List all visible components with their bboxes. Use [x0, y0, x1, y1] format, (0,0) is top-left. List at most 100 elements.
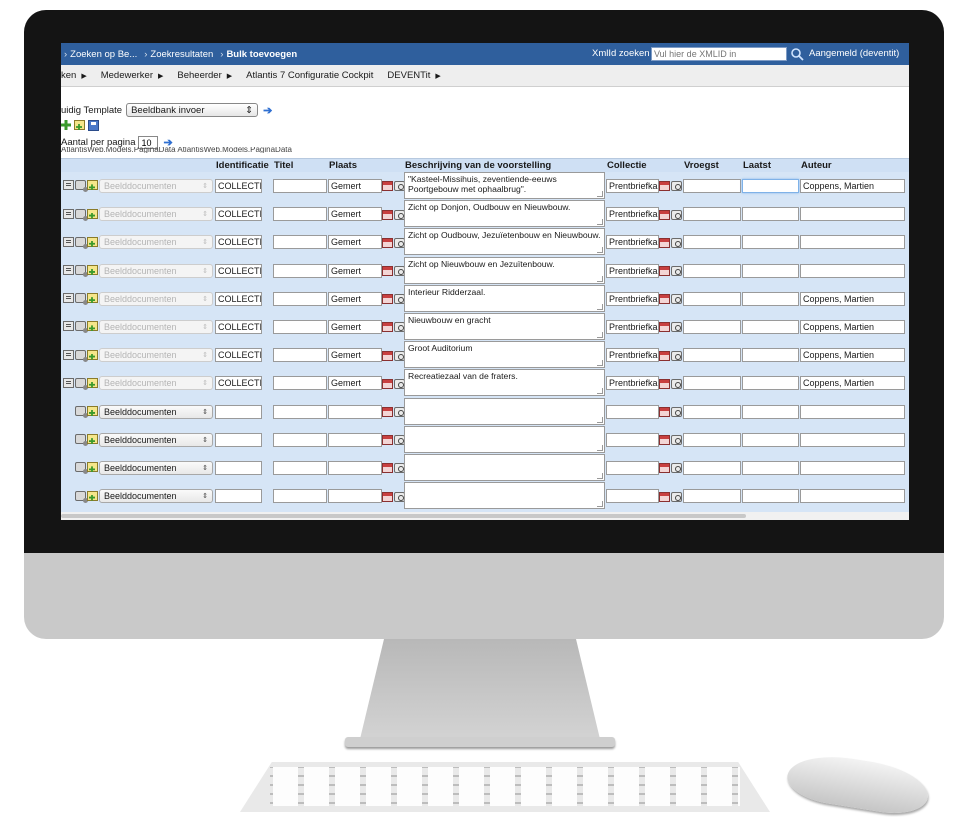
beschrijving-textarea[interactable]: Nieuwbouw en gracht [404, 313, 605, 340]
header-auteur[interactable]: Auteur [801, 160, 832, 171]
menu-item[interactable]: Beheerder ▶ [177, 70, 232, 81]
laatst-field[interactable] [742, 404, 799, 419]
vroegst-field[interactable] [683, 207, 741, 222]
collectie-field[interactable]: Prentbriefka [606, 320, 659, 334]
add-record-icon[interactable] [87, 321, 98, 332]
copy-icon[interactable] [75, 349, 88, 362]
picklist-icon[interactable] [382, 237, 393, 248]
auteur-field[interactable]: Coppens, Martien [800, 376, 905, 391]
auteur-field[interactable]: Coppens, Martien [800, 291, 905, 306]
laatst-field[interactable] [742, 291, 799, 306]
titel-field[interactable] [273, 320, 327, 334]
xmlid-search-input[interactable] [651, 47, 787, 61]
edit-icon[interactable] [63, 208, 74, 219]
vroegst-field[interactable] [683, 320, 741, 334]
lookup-icon[interactable] [671, 322, 682, 333]
plaats-field[interactable] [328, 404, 382, 419]
auteur-field[interactable] [800, 489, 905, 504]
beschrijving-textarea[interactable]: Groot Auditorium [404, 341, 605, 369]
vroegst-field[interactable] [683, 348, 741, 363]
collectie-field[interactable]: Prentbriefka [606, 348, 659, 363]
titel-field[interactable] [273, 235, 327, 250]
titel-field[interactable] [273, 376, 327, 391]
identificatie-field[interactable]: COLLECTI [215, 263, 262, 278]
titel-field[interactable] [273, 348, 327, 363]
search-icon[interactable] [790, 47, 804, 61]
copy-icon[interactable] [75, 434, 88, 447]
plaats-field[interactable]: Gemert [328, 263, 382, 278]
picklist-icon[interactable] [659, 463, 670, 474]
menu-item[interactable]: Atlantis 7 Configuratie Cockpit [246, 70, 373, 81]
beschrijving-textarea[interactable]: Zicht op Oudbouw, Jezuïetenbouw en Nieuw… [404, 228, 605, 256]
add-record-icon[interactable] [87, 180, 98, 191]
laatst-field[interactable] [742, 179, 799, 193]
lookup-icon[interactable] [671, 463, 682, 474]
copy-icon[interactable] [75, 462, 88, 475]
vroegst-field[interactable] [683, 432, 741, 447]
beschrijving-textarea[interactable]: "Kasteel-Missihuis, zeventiende-eeuws Po… [404, 172, 605, 199]
titel-field[interactable] [273, 404, 327, 419]
template-select[interactable]: Beeldbank invoer ⇕ [126, 103, 259, 117]
header-collectie[interactable]: Collectie [607, 160, 647, 171]
vroegst-field[interactable] [683, 489, 741, 504]
picklist-icon[interactable] [382, 435, 393, 446]
add-record-icon[interactable] [87, 236, 98, 247]
edit-icon[interactable] [63, 264, 74, 275]
add-record-icon[interactable] [87, 377, 98, 388]
auteur-field[interactable] [800, 404, 905, 419]
header-laatst[interactable]: Laatst [743, 160, 771, 171]
add-record-icon[interactable] [87, 462, 98, 473]
edit-icon[interactable] [63, 236, 74, 247]
lookup-icon[interactable] [671, 294, 682, 305]
auteur-field[interactable] [800, 461, 905, 475]
picklist-icon[interactable] [659, 491, 670, 502]
collectie-field[interactable]: Prentbriefka [606, 207, 659, 222]
laatst-field[interactable] [742, 263, 799, 278]
breadcrumb-item-zoekresultaten[interactable]: Zoekresultaten [150, 49, 213, 60]
identificatie-field[interactable]: COLLECTI [215, 235, 262, 250]
lookup-icon[interactable] [671, 237, 682, 248]
header-titel[interactable]: Titel [274, 160, 293, 171]
laatst-field[interactable] [742, 461, 799, 475]
auteur-field[interactable]: Coppens, Martien [800, 179, 905, 193]
header-vroegst[interactable]: Vroegst [684, 160, 719, 171]
add-record-icon[interactable] [87, 264, 98, 275]
auteur-field[interactable] [800, 263, 905, 278]
header-plaats[interactable]: Plaats [329, 160, 357, 171]
add-record-icon[interactable] [87, 405, 98, 416]
collectie-field[interactable]: Prentbriefka [606, 235, 659, 250]
picklist-icon[interactable] [659, 265, 670, 276]
beschrijving-textarea[interactable] [404, 425, 605, 453]
edit-icon[interactable] [63, 349, 74, 360]
edit-icon[interactable] [63, 321, 74, 332]
header-beschrijving[interactable]: Beschrijving van de voorstelling [405, 160, 551, 171]
add-record-icon[interactable] [87, 208, 98, 219]
picklist-icon[interactable] [659, 294, 670, 305]
collectie-field[interactable]: Prentbriefka [606, 179, 659, 193]
picklist-icon[interactable] [382, 265, 393, 276]
laatst-field[interactable] [742, 348, 799, 363]
picklist-icon[interactable] [659, 209, 670, 220]
collectie-field[interactable] [606, 432, 659, 447]
identificatie-field[interactable]: COLLECTI [215, 376, 262, 391]
copy-icon[interactable] [75, 236, 88, 249]
auteur-field[interactable] [800, 207, 905, 222]
picklist-icon[interactable] [382, 491, 393, 502]
type-select[interactable]: Beelddocumenten ⇕ [99, 179, 213, 193]
copy-icon[interactable] [75, 264, 88, 277]
plaats-field[interactable]: Gemert [328, 179, 382, 193]
auteur-field[interactable]: Coppens, Martien [800, 320, 905, 334]
picklist-icon[interactable] [659, 237, 670, 248]
lookup-icon[interactable] [671, 406, 682, 417]
picklist-icon[interactable] [382, 378, 393, 389]
copy-icon[interactable] [75, 377, 88, 390]
save-icon[interactable] [88, 120, 99, 131]
type-select[interactable]: Beelddocumenten ⇕ [99, 320, 213, 334]
vroegst-field[interactable] [683, 376, 741, 391]
plaats-field[interactable]: Gemert [328, 348, 382, 363]
vroegst-field[interactable] [683, 263, 741, 278]
add-record-icon[interactable] [87, 434, 98, 445]
vroegst-field[interactable] [683, 179, 741, 193]
laatst-field[interactable] [742, 489, 799, 504]
auteur-field[interactable] [800, 432, 905, 447]
